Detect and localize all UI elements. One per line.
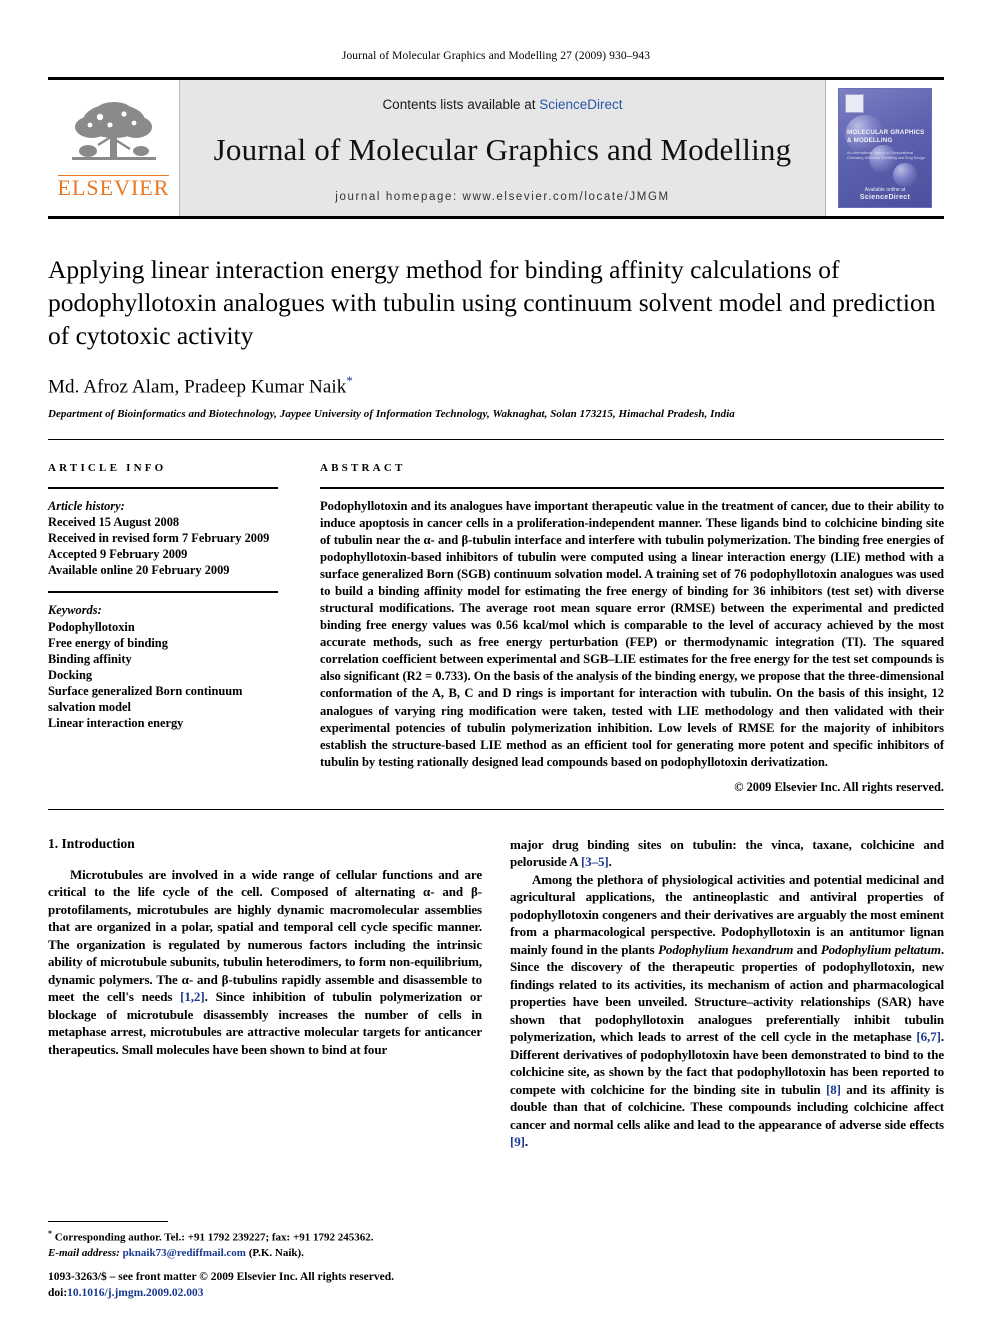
- history-item: Available online 20 February 2009: [48, 563, 230, 578]
- info-abstract-section: ARTICLE INFO Article history: Received 1…: [48, 440, 944, 795]
- keyword-item: Binding affinity: [48, 651, 132, 666]
- corresponding-author-marker: *: [346, 373, 353, 389]
- keyword-item: Surface generalized Born continuum: [48, 684, 243, 698]
- keywords-divider: [48, 591, 278, 594]
- cover-title-text: MOLECULAR GRAPHICS & MODELLING: [847, 129, 925, 144]
- abstract-label: ABSTRACT: [320, 461, 406, 474]
- keyword-item: salvation model: [48, 700, 131, 715]
- history-item: Received in revised form 7 February 2009: [48, 531, 270, 545]
- body-column-left: 1. Introduction Microtubules are involve…: [48, 836, 482, 1151]
- cover-subtitle-text: An International Journal of Computationa…: [847, 151, 925, 160]
- keyword-item: Podophyllotoxin: [48, 619, 135, 634]
- paragraph: Microtubules are involved in a wide rang…: [48, 866, 482, 1058]
- affiliation: Department of Bioinformatics and Biotech…: [48, 407, 735, 420]
- cover-footer: Available online at ScienceDirect: [839, 187, 931, 201]
- sciencedirect-link[interactable]: ScienceDirect: [539, 97, 622, 112]
- article-page: Journal of Molecular Graphics and Modell…: [0, 0, 992, 1323]
- cover-sphere-small: [893, 163, 917, 187]
- article-info-column: ARTICLE INFO Article history: Received 1…: [48, 462, 300, 795]
- title-block: Applying linear interaction energy metho…: [48, 219, 944, 440]
- para-text: major drug binding sites on tubulin: the…: [510, 836, 944, 870]
- footnote-marker: *: [48, 1229, 52, 1238]
- citation-link[interactable]: [8]: [826, 1082, 841, 1097]
- email-link[interactable]: pknaik73@rediffmail.com: [123, 1247, 246, 1259]
- keyword-item: Linear interaction energy: [48, 716, 184, 731]
- author-names: Md. Afroz Alam, Pradeep Kumar Naik: [48, 376, 347, 398]
- contents-prefix: Contents lists available at: [382, 97, 540, 112]
- paragraph: major drug binding sites on tubulin: the…: [510, 836, 944, 871]
- running-head: Journal of Molecular Graphics and Modell…: [341, 50, 651, 62]
- footnote-text: * Corresponding author. Tel.: +91 1792 2…: [48, 1228, 482, 1261]
- history-item: Received 15 August 2008: [48, 514, 180, 529]
- page-footer: 1093-3263/$ – see front matter © 2009 El…: [48, 1269, 518, 1301]
- section-heading-introduction: 1. Introduction: [48, 835, 135, 851]
- keyword-item: Free energy of binding: [48, 635, 168, 650]
- keyword-item: Docking: [48, 667, 93, 682]
- abstract-divider: [320, 486, 944, 489]
- corresponding-author-footnote: * Corresponding author. Tel.: +91 1792 2…: [48, 1221, 482, 1261]
- email-owner: (P.K. Naik).: [248, 1246, 304, 1259]
- species-name: Podophylium peltatum: [820, 941, 941, 957]
- doi-line: doi:10.1016/j.jmgm.2009.02.003: [48, 1285, 518, 1301]
- elsevier-wordmark: ELSEVIER: [57, 175, 170, 200]
- cover-footer-label: Available online at: [864, 187, 906, 193]
- keywords-list: Keywords: Podophyllotoxin Free energy of…: [48, 602, 278, 731]
- cover-artwork: MOLECULAR GRAPHICS & MODELLING An Intern…: [838, 88, 932, 208]
- abstract-column: ABSTRACT Podophyllotoxin and its analogu…: [300, 462, 944, 795]
- elsevier-logo: ELSEVIER: [48, 80, 180, 216]
- issn-copyright-line: 1093-3263/$ – see front matter © 2009 El…: [48, 1270, 394, 1283]
- doi-link[interactable]: 10.1016/j.jmgm.2009.02.003: [67, 1287, 203, 1299]
- cover-publisher-badge: [845, 94, 864, 113]
- email-label: E-mail address:: [48, 1246, 120, 1259]
- citation-link[interactable]: [3–5]: [581, 854, 609, 869]
- citation-link[interactable]: [9]: [510, 1134, 525, 1149]
- body-column-right: major drug binding sites on tubulin: the…: [510, 836, 944, 1151]
- article-info-label: ARTICLE INFO: [48, 461, 167, 474]
- doi-label: doi:: [48, 1286, 68, 1299]
- article-history-title: Article history:: [48, 498, 125, 513]
- para-text: . Since the discovery of the therapeutic…: [510, 941, 944, 1045]
- contents-available-line: Contents lists available at ScienceDirec…: [382, 97, 622, 112]
- journal-masthead: ELSEVIER Contents lists available at Sci…: [48, 77, 944, 219]
- history-item: Accepted 9 February 2009: [48, 547, 188, 562]
- article-info-divider: [48, 486, 278, 489]
- keywords-title: Keywords:: [48, 603, 102, 618]
- journal-title: Journal of Molecular Graphics and Modell…: [213, 132, 792, 167]
- elsevier-tree-icon: [71, 102, 156, 160]
- paragraph: Among the plethora of physiological acti…: [510, 871, 944, 1151]
- cover-footer-brand: ScienceDirect: [859, 194, 911, 201]
- footnote-divider: [48, 1221, 168, 1222]
- masthead-center: Contents lists available at ScienceDirec…: [180, 80, 825, 216]
- para-text: and: [793, 941, 821, 957]
- para-text: Microtubules are involved in a wide rang…: [48, 866, 482, 1005]
- article-body: 1. Introduction Microtubules are involve…: [48, 810, 944, 1151]
- journal-cover-thumbnail: MOLECULAR GRAPHICS & MODELLING An Intern…: [825, 80, 944, 216]
- species-name: Podophylium hexandrum: [658, 941, 794, 957]
- citation-link[interactable]: [6,7]: [916, 1029, 941, 1044]
- corresponding-author-text: Corresponding author. Tel.: +91 1792 239…: [54, 1231, 374, 1244]
- page-title: Applying linear interaction energy metho…: [48, 255, 936, 351]
- journal-homepage[interactable]: journal homepage: www.elsevier.com/locat…: [335, 191, 669, 203]
- article-history: Article history: Received 15 August 2008…: [48, 498, 278, 579]
- abstract-text: Podophyllotoxin and its analogues have i…: [320, 498, 944, 769]
- abstract-copyright: © 2009 Elsevier Inc. All rights reserved…: [734, 779, 944, 794]
- para-text: .: [608, 854, 612, 870]
- citation-link[interactable]: [1,2]: [180, 989, 205, 1004]
- author-list: Md. Afroz Alam, Pradeep Kumar Naik*: [48, 373, 944, 398]
- para-text: .: [524, 1133, 529, 1149]
